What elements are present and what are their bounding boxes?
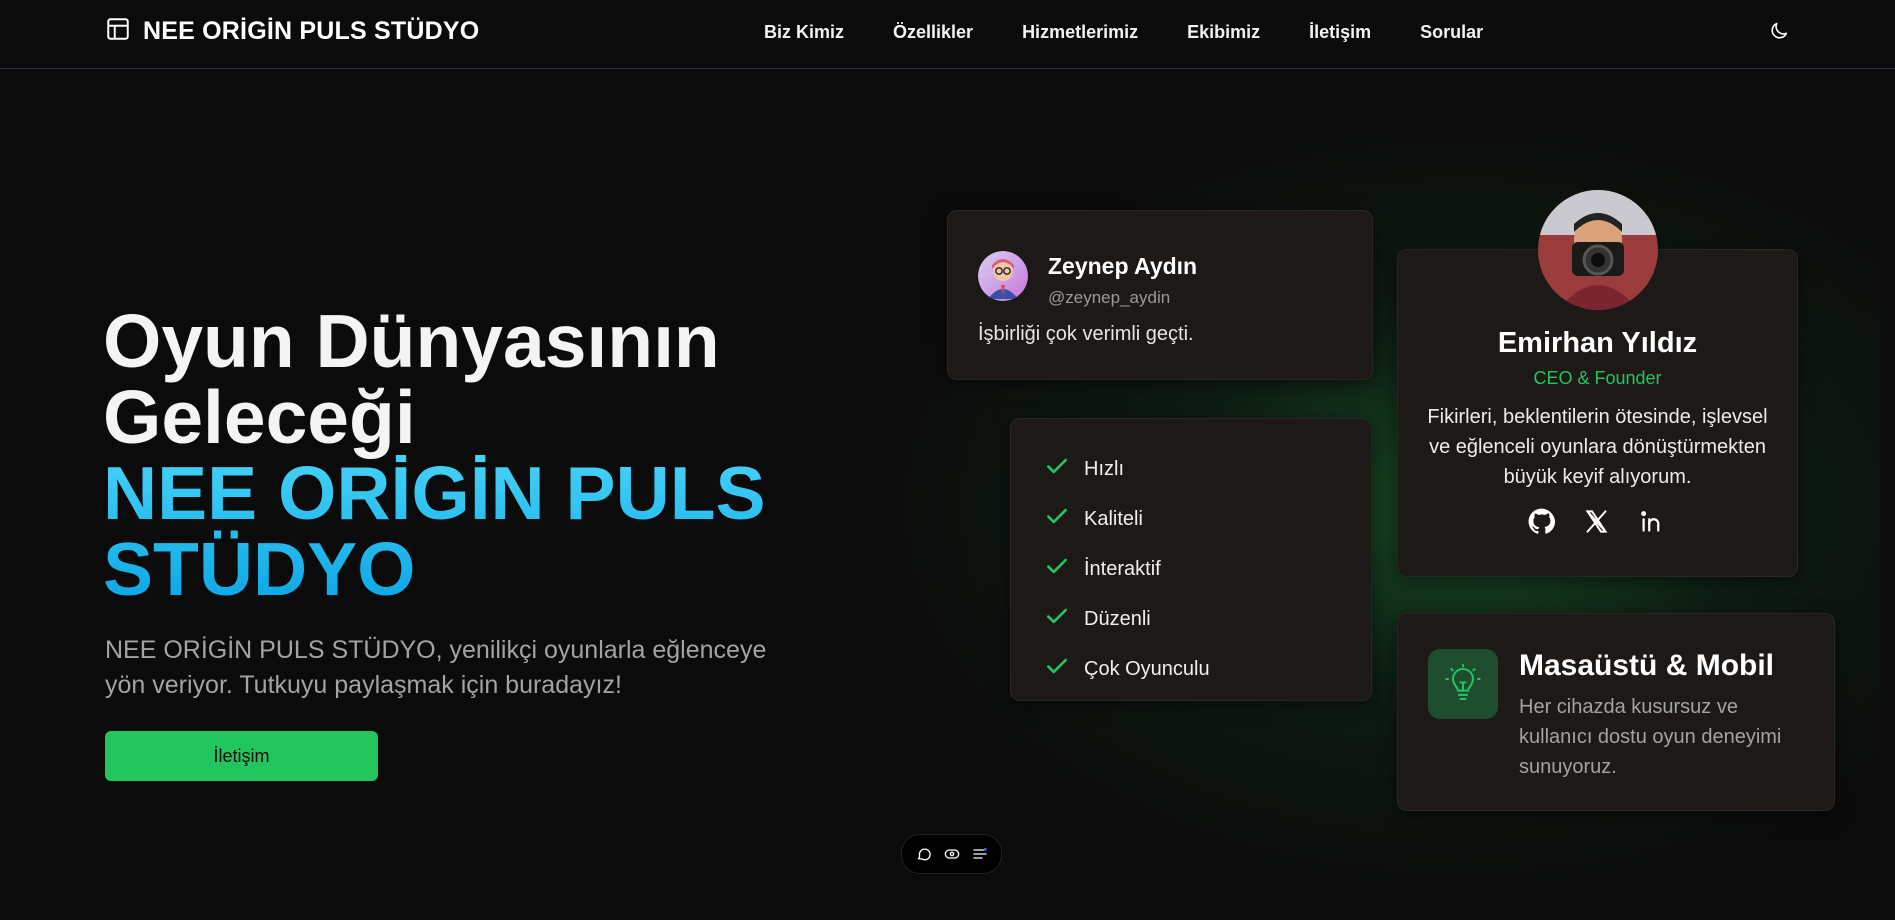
- hero-title-line2: Geleceği: [103, 375, 416, 459]
- team-member-card: Emirhan Yıldız CEO & Founder Fikirleri, …: [1397, 190, 1798, 577]
- platform-title: Masaüstü & Mobil: [1519, 649, 1775, 682]
- feature-item: İnteraktif: [1044, 544, 1210, 594]
- avatar: [978, 251, 1028, 301]
- layout-panel-icon: [105, 16, 131, 47]
- eye-icon[interactable]: [943, 845, 961, 863]
- hero-title-line1: Oyun Dünyasının: [103, 299, 720, 383]
- feature-item: Çok Oyunculu: [1044, 644, 1210, 694]
- platform-card: Masaüstü & Mobil Her cihazda kusursuz ve…: [1397, 613, 1835, 811]
- brand-link[interactable]: NEE ORİGİN PULS STÜDYO: [105, 16, 479, 47]
- testimonial-card: Zeynep Aydın @zeynep_aydin İşbirliği çok…: [947, 210, 1373, 380]
- floating-dock: [901, 834, 1002, 874]
- check-icon: [1044, 503, 1070, 535]
- features-list: Hızlı Kaliteli İnteraktif Düzenli Çok Oy…: [1044, 444, 1210, 694]
- check-icon: [1044, 603, 1070, 635]
- team-member-name: Emirhan Yıldız: [1497, 327, 1698, 359]
- feature-label: Düzenli: [1084, 607, 1151, 630]
- main-nav: Biz Kimiz Özellikler Hizmetlerimiz Ekibi…: [764, 22, 1483, 43]
- menu-lines-icon[interactable]: [971, 845, 989, 863]
- nav-link-ekibimiz[interactable]: Ekibimiz: [1187, 22, 1260, 43]
- nav-link-biz-kimiz[interactable]: Biz Kimiz: [764, 22, 844, 43]
- feature-item: Hızlı: [1044, 444, 1210, 494]
- linkedin-icon[interactable]: [1638, 508, 1665, 535]
- feature-item: Kaliteli: [1044, 494, 1210, 544]
- moon-icon[interactable]: [1768, 20, 1790, 47]
- testimonial-text: İşbirliği çok verimli geçti.: [978, 323, 1194, 345]
- chat-icon[interactable]: [915, 845, 933, 863]
- nav-link-ozellikler[interactable]: Özellikler: [893, 22, 973, 43]
- hero-title: Oyun Dünyasının Geleceği NEE ORİGİN PULS…: [103, 303, 823, 607]
- platform-description: Her cihazda kusursuz ve kullanıcı dostu …: [1519, 696, 1782, 778]
- check-icon: [1044, 653, 1070, 685]
- navbar: NEE ORİGİN PULS STÜDYO Biz Kimiz Özellik…: [0, 0, 1895, 69]
- nav-link-hizmetlerimiz[interactable]: Hizmetlerimiz: [1022, 22, 1138, 43]
- feature-label: Hızlı: [1084, 457, 1124, 480]
- team-avatar: [1538, 190, 1658, 310]
- lightbulb-icon: [1428, 649, 1498, 719]
- hero-description: NEE ORİGİN PULS STÜDYO, yenilikçi oyunla…: [105, 636, 767, 699]
- x-icon[interactable]: [1583, 508, 1610, 535]
- nav-link-sorular[interactable]: Sorular: [1420, 22, 1483, 43]
- testimonial-handle: @zeynep_aydin: [1048, 288, 1171, 307]
- feature-label: Çok Oyunculu: [1084, 657, 1210, 680]
- nav-link-iletisim[interactable]: İletişim: [1309, 22, 1371, 43]
- contact-button[interactable]: İletişim: [105, 731, 378, 781]
- check-icon: [1044, 553, 1070, 585]
- feature-label: İnteraktif: [1084, 557, 1161, 580]
- hero-title-accent: NEE ORİGİN PULS STÜDYO: [103, 455, 823, 607]
- github-icon[interactable]: [1528, 508, 1556, 535]
- features-card: Hızlı Kaliteli İnteraktif Düzenli Çok Oy…: [1010, 418, 1372, 701]
- team-member-role: CEO & Founder: [1533, 368, 1662, 388]
- brand-name: NEE ORİGİN PULS STÜDYO: [143, 17, 480, 45]
- check-icon: [1044, 453, 1070, 485]
- team-member-bio: Fikirleri, beklentilerin ötesinde, işlev…: [1427, 406, 1768, 488]
- social-links: [1528, 508, 1665, 535]
- feature-item: Düzenli: [1044, 594, 1210, 644]
- feature-label: Kaliteli: [1084, 507, 1143, 530]
- testimonial-name: Zeynep Aydın: [1048, 253, 1198, 279]
